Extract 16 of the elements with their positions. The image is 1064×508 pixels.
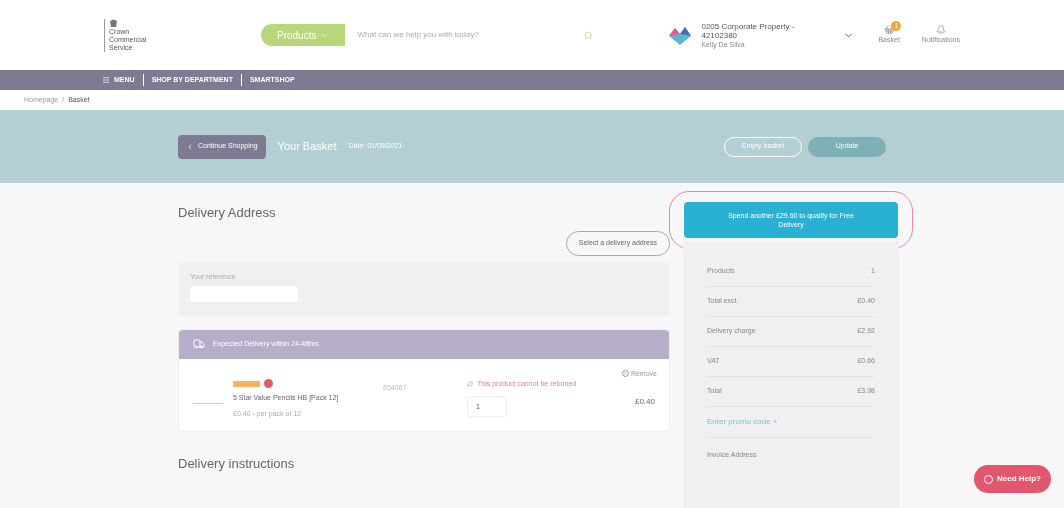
chevron-left-icon <box>186 142 194 151</box>
truck-icon <box>193 338 205 350</box>
return-icon <box>467 381 473 388</box>
basket-title: Your Basket <box>277 139 337 155</box>
help-button[interactable]: Need Help? <box>974 465 1051 493</box>
product-badge <box>233 380 260 387</box>
line-price: £0.40 <box>634 396 655 408</box>
restriction-icon <box>264 379 273 388</box>
search-icon[interactable] <box>584 30 594 40</box>
menu-icon <box>102 76 110 84</box>
section-title: Delivery instructions <box>178 455 296 473</box>
notifications-icon[interactable] <box>935 24 946 35</box>
section-title: Delivery Address <box>178 204 277 222</box>
close-icon <box>621 370 629 378</box>
basket-icon[interactable] <box>883 24 895 36</box>
crest-icon <box>109 18 118 28</box>
